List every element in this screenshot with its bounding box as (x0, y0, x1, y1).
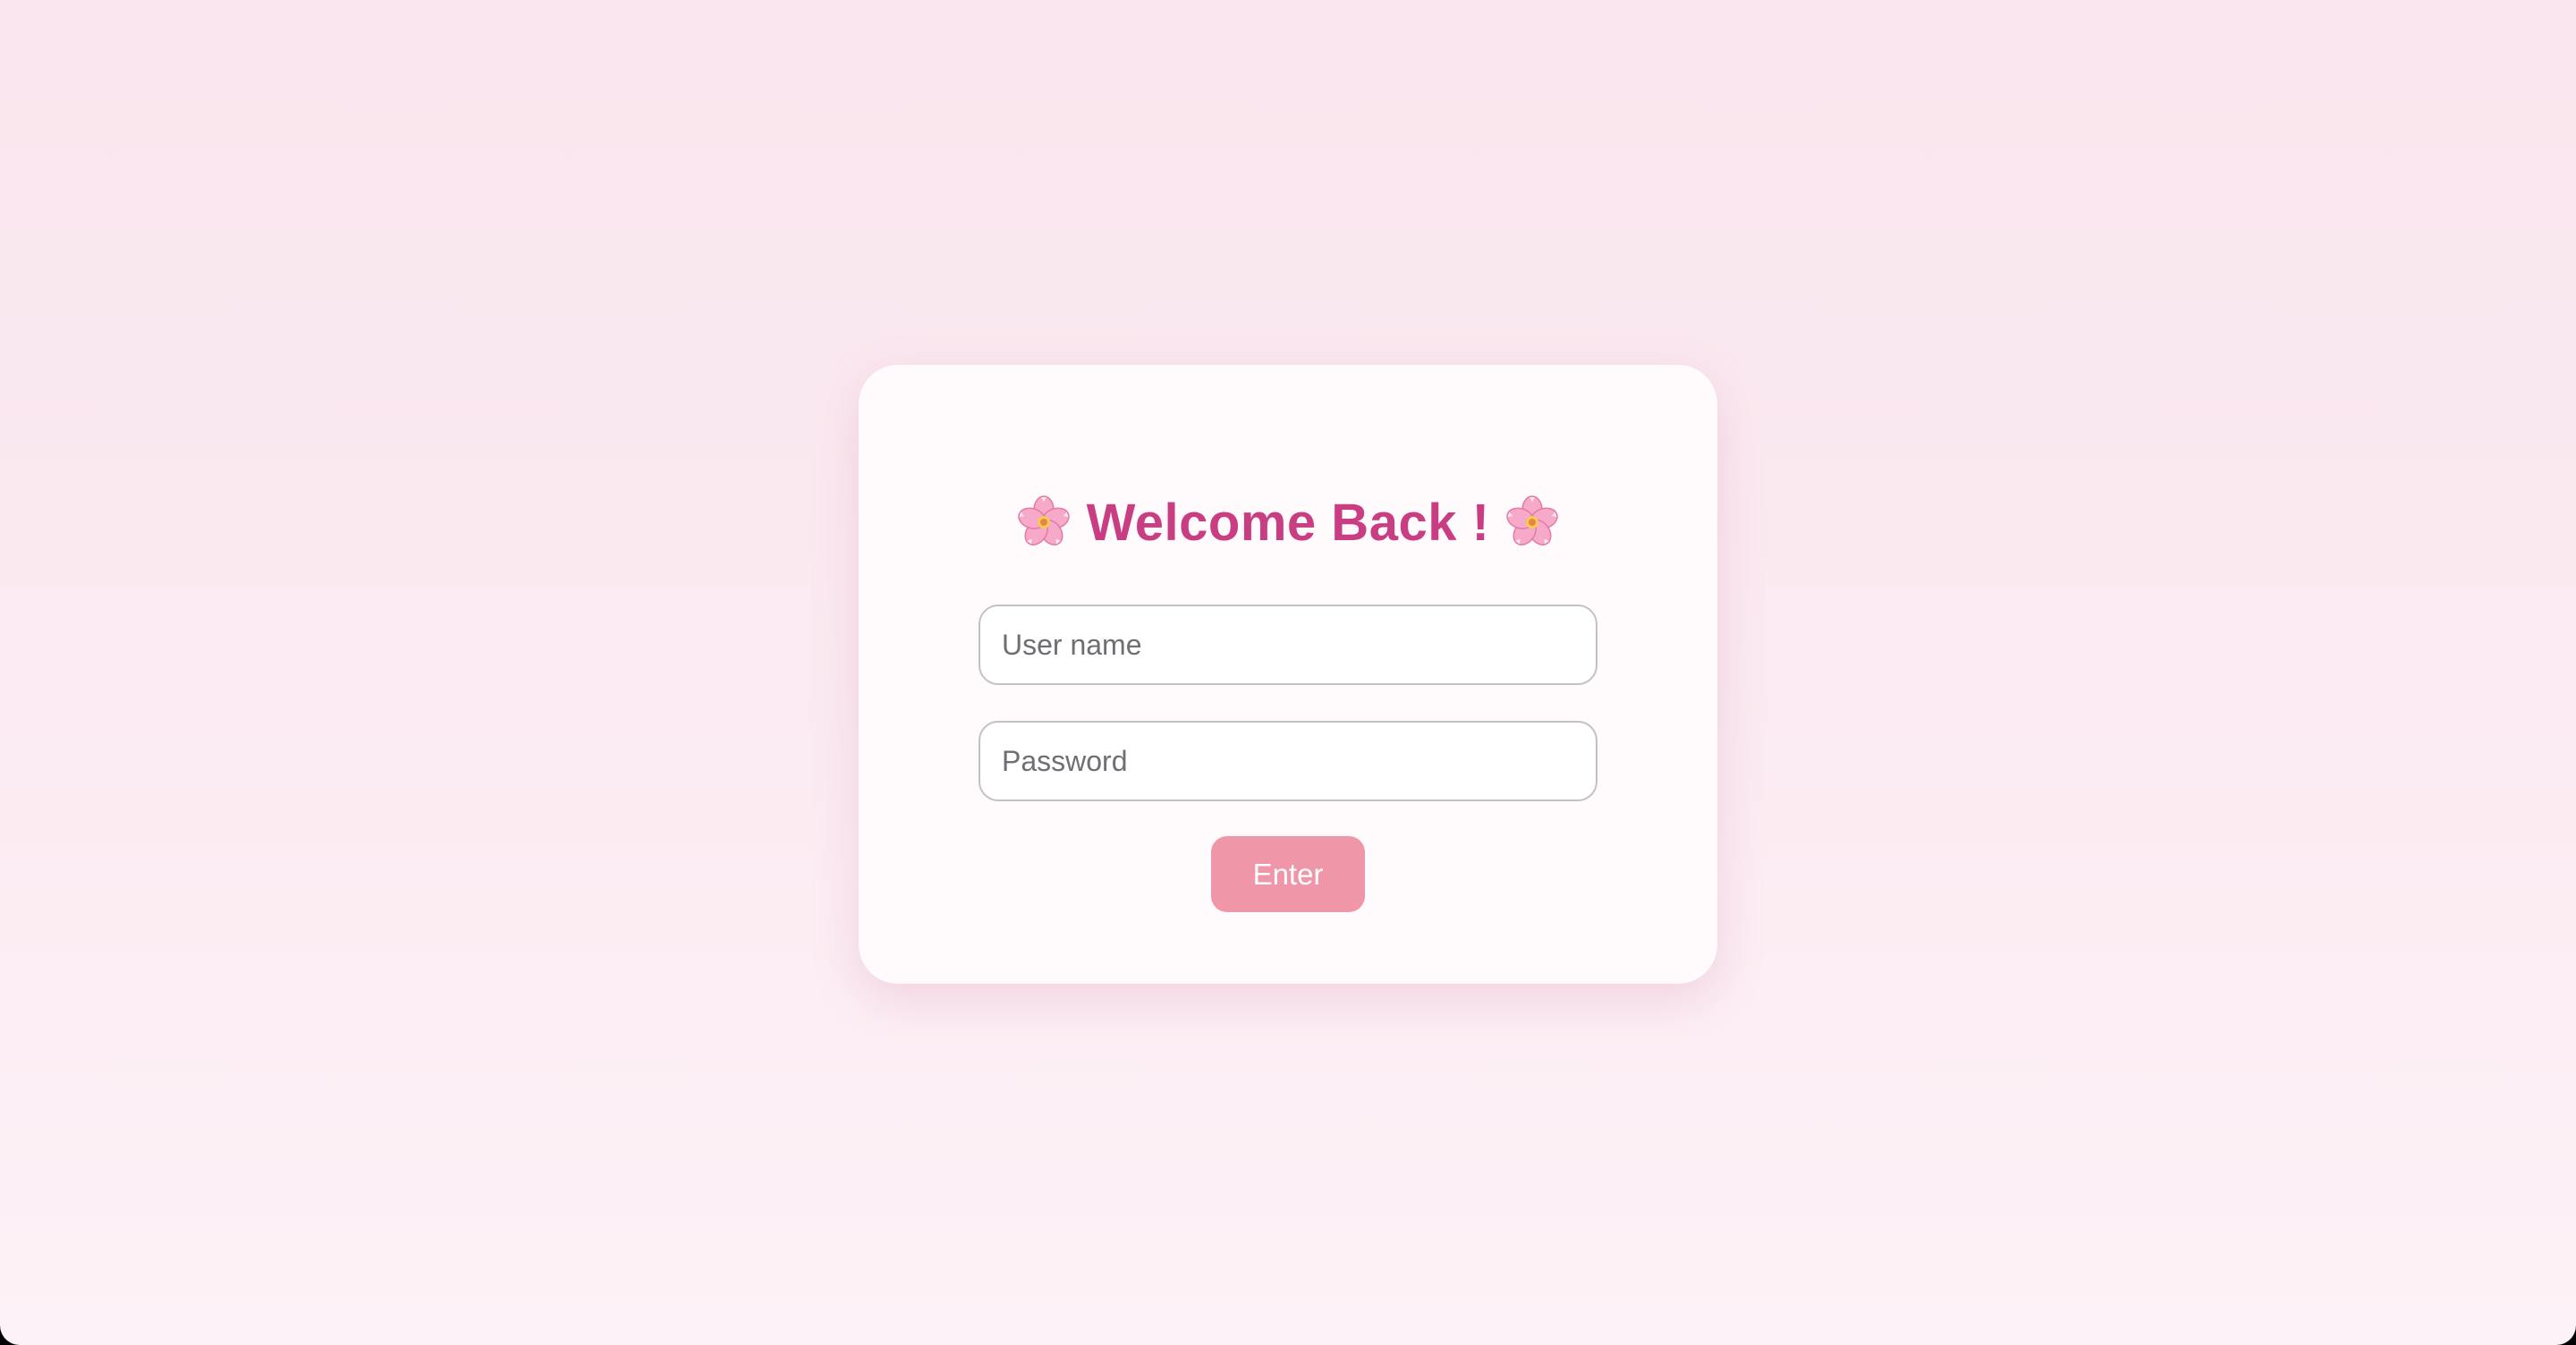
login-heading: Welcome Back ! (859, 479, 1717, 565)
cherry-blossom-icon (1015, 494, 1072, 551)
password-input[interactable] (979, 721, 1597, 801)
page-background: Welcome Back ! User name Enter (0, 0, 2576, 1345)
login-card: Welcome Back ! User name Enter (859, 365, 1717, 984)
page-title: Welcome Back ! (1086, 493, 1490, 552)
username-input[interactable] (979, 605, 1597, 685)
enter-button[interactable]: Enter (1211, 836, 1365, 912)
cherry-blossom-icon (1504, 494, 1561, 551)
